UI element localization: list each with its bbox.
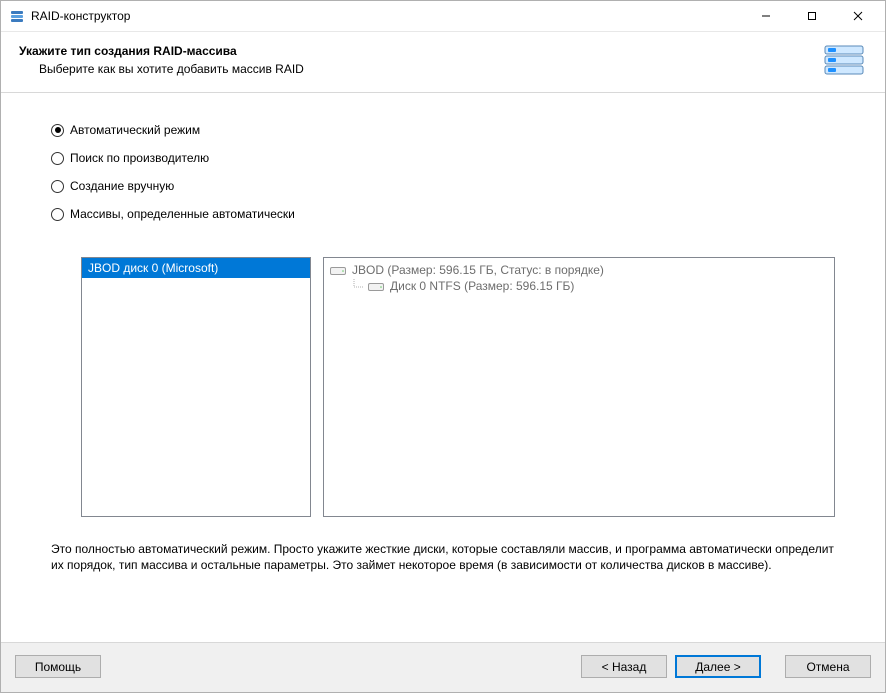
tree-root-label: JBOD (Размер: 596.15 ГБ, Статус: в поряд… <box>352 263 604 277</box>
wizard-footer: Помощь < Назад Далее > Отмена <box>1 642 885 692</box>
radio-manual[interactable]: Создание вручную <box>51 179 835 193</box>
hdd-icon <box>368 281 384 291</box>
array-details-tree[interactable]: JBOD (Размер: 596.15 ГБ, Статус: в поряд… <box>323 257 835 517</box>
radio-icon <box>51 124 64 137</box>
radio-vendor[interactable]: Поиск по производителю <box>51 151 835 165</box>
mode-description: Это полностью автоматический режим. Прос… <box>51 541 835 573</box>
radio-label: Создание вручную <box>70 179 174 193</box>
window-title: RAID-конструктор <box>31 9 743 23</box>
minimize-button[interactable] <box>743 1 789 31</box>
radio-detected[interactable]: Массивы, определенные автоматически <box>51 207 835 221</box>
radio-icon <box>51 180 64 193</box>
tree-child-label: Диск 0 NTFS (Размер: 596.15 ГБ) <box>390 279 574 293</box>
hdd-icon <box>330 265 346 275</box>
radio-label: Массивы, определенные автоматически <box>70 207 295 221</box>
wizard-header-title: Укажите тип создания RAID-массива <box>19 44 823 58</box>
radio-icon <box>51 208 64 221</box>
list-item[interactable]: JBOD диск 0 (Microsoft) <box>82 258 310 278</box>
disk-stack-icon <box>823 44 867 82</box>
help-button[interactable]: Помощь <box>15 655 101 678</box>
tree-connector-icon <box>350 279 368 293</box>
back-button[interactable]: < Назад <box>581 655 667 678</box>
wizard-header: Укажите тип создания RAID-массива Выбери… <box>1 32 885 93</box>
window-root: RAID-конструктор Укажите тип создания RA… <box>0 0 886 693</box>
close-button[interactable] <box>835 1 881 31</box>
radio-label: Поиск по производителю <box>70 151 209 165</box>
wizard-content: Автоматический режим Поиск по производит… <box>1 93 885 642</box>
radio-label: Автоматический режим <box>70 123 200 137</box>
app-icon <box>9 8 25 24</box>
tree-root[interactable]: JBOD (Размер: 596.15 ГБ, Статус: в поряд… <box>330 262 828 278</box>
next-button[interactable]: Далее > <box>675 655 761 678</box>
window-controls <box>743 1 881 31</box>
cancel-button[interactable]: Отмена <box>785 655 871 678</box>
panels-row: JBOD диск 0 (Microsoft) JBOD (Размер: 59… <box>81 257 835 517</box>
arrays-list[interactable]: JBOD диск 0 (Microsoft) <box>81 257 311 517</box>
radio-icon <box>51 152 64 165</box>
wizard-header-text: Укажите тип создания RAID-массива Выбери… <box>19 44 823 76</box>
maximize-button[interactable] <box>789 1 835 31</box>
wizard-header-subtitle: Выберите как вы хотите добавить массив R… <box>39 62 823 76</box>
radio-auto[interactable]: Автоматический режим <box>51 123 835 137</box>
tree-child[interactable]: Диск 0 NTFS (Размер: 596.15 ГБ) <box>330 278 828 294</box>
titlebar: RAID-конструктор <box>1 1 885 32</box>
mode-radio-group: Автоматический режим Поиск по производит… <box>51 123 835 235</box>
